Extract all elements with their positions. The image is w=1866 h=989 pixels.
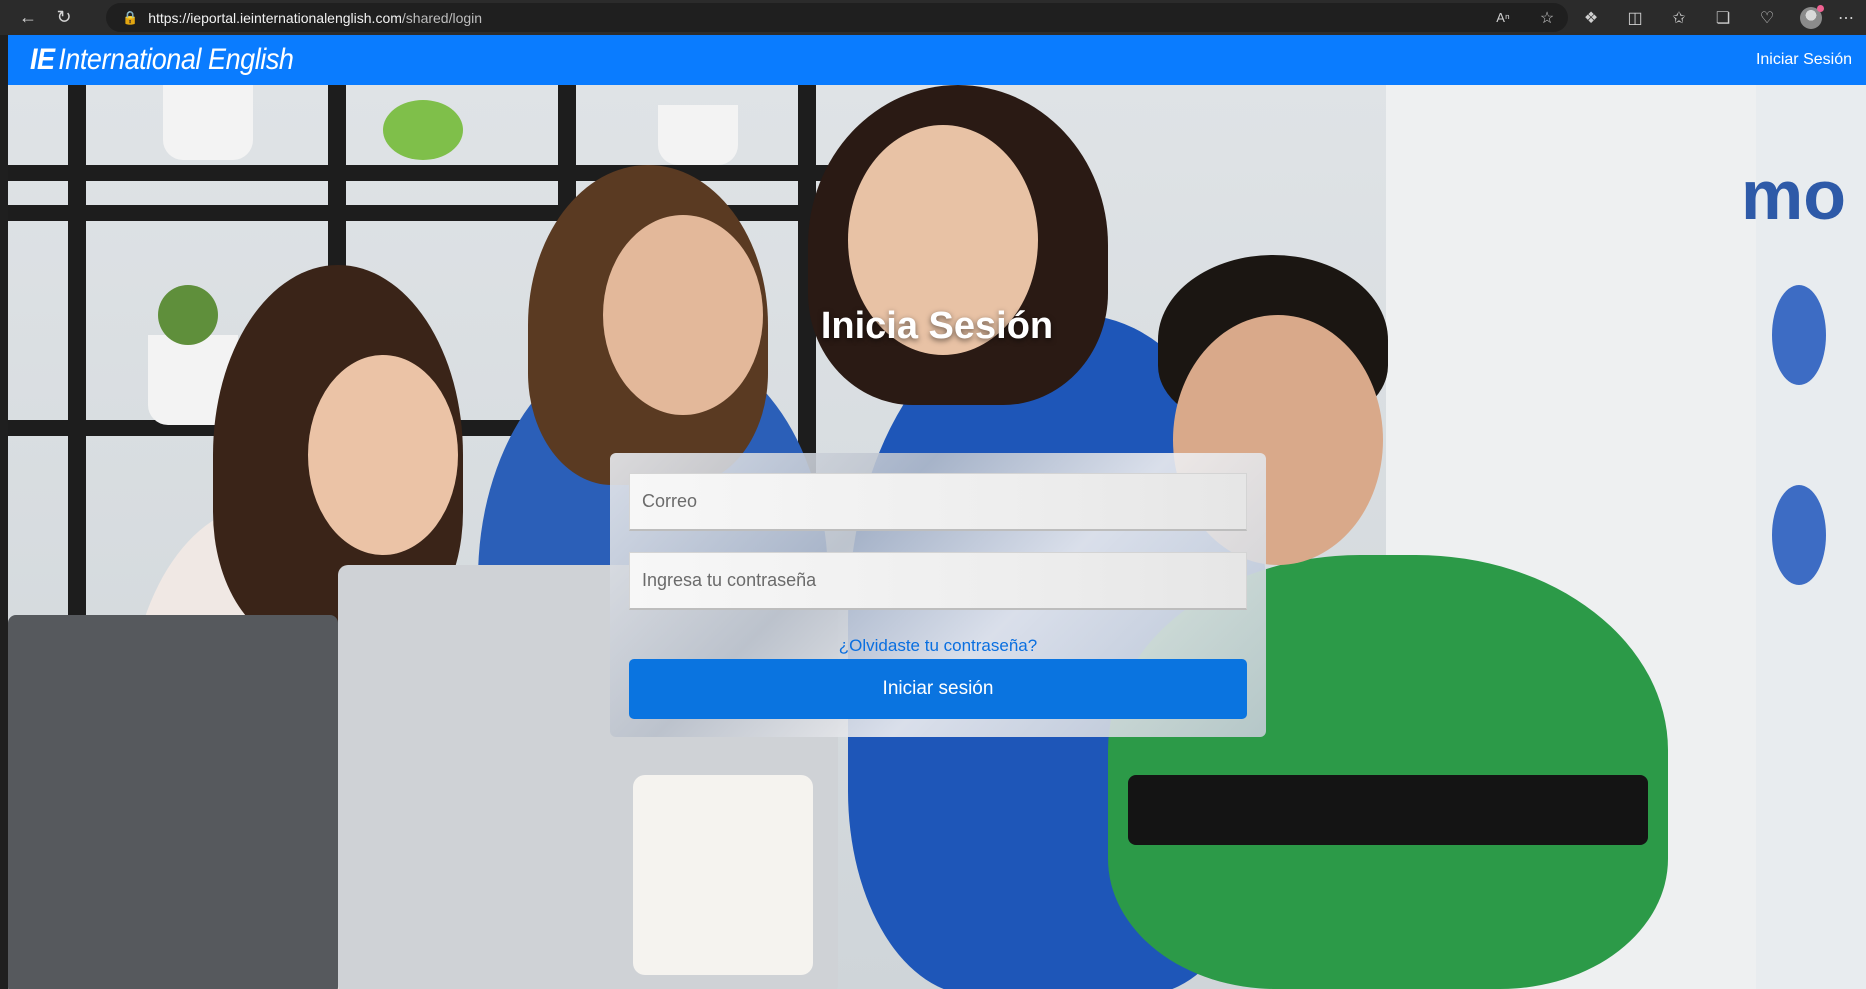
reload-icon[interactable]: ↻ bbox=[46, 3, 82, 33]
site-navbar: IE International English Iniciar Sesión bbox=[8, 35, 1866, 85]
navbar-login-link[interactable]: Iniciar Sesión bbox=[1756, 51, 1852, 69]
email-field[interactable] bbox=[629, 473, 1247, 531]
browser-actions: Aⁿ ☆ ❖ ◫ ✩ ❏ ♡ ⋯ bbox=[1482, 0, 1866, 35]
read-aloud-icon[interactable]: Aⁿ bbox=[1482, 3, 1524, 33]
email-input[interactable] bbox=[640, 490, 1236, 513]
favorites-icon[interactable]: ✩ bbox=[1658, 3, 1700, 33]
heart-monitor-icon[interactable]: ♡ bbox=[1746, 3, 1788, 33]
favorite-star-icon[interactable]: ☆ bbox=[1526, 3, 1568, 33]
lock-icon[interactable]: 🔒 bbox=[122, 10, 138, 26]
forgot-password-link[interactable]: ¿Olvidaste tu contraseña? bbox=[610, 636, 1266, 656]
password-input[interactable] bbox=[640, 569, 1236, 592]
browser-toolbar: ← ↻ 🔒 https://ieportal.ieinternationalen… bbox=[0, 0, 1866, 35]
password-field[interactable] bbox=[629, 552, 1247, 610]
login-card: ¿Olvidaste tu contraseña? Iniciar sesión bbox=[610, 453, 1266, 737]
split-screen-icon[interactable]: ◫ bbox=[1614, 3, 1656, 33]
login-title: Inicia Sesión bbox=[820, 305, 1054, 347]
login-submit-button[interactable]: Iniciar sesión bbox=[629, 659, 1247, 719]
extensions-icon[interactable]: ❖ bbox=[1570, 3, 1612, 33]
more-icon[interactable]: ⋯ bbox=[1834, 3, 1858, 33]
profile-avatar-icon[interactable] bbox=[1790, 3, 1832, 33]
url-text: https://ieportal.ieinternationalenglish.… bbox=[148, 9, 483, 26]
page-viewport: IE International English Iniciar Sesión m… bbox=[8, 35, 1866, 989]
collections-icon[interactable]: ❏ bbox=[1702, 3, 1744, 33]
brand-logo[interactable]: IE International English bbox=[30, 43, 294, 77]
back-icon[interactable]: ← bbox=[10, 3, 46, 33]
address-bar[interactable]: 🔒 https://ieportal.ieinternationalenglis… bbox=[106, 3, 1568, 32]
